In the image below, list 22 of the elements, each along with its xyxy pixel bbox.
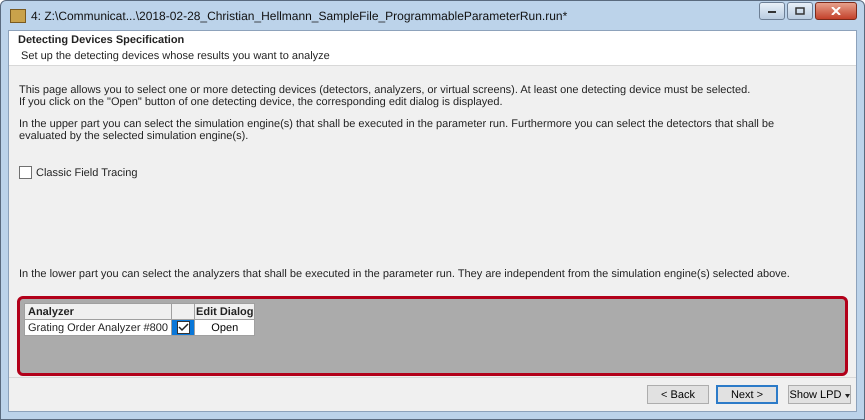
page-title: Detecting Devices Specification [18,34,186,46]
column-header: Edit Dialog [194,304,255,320]
description-text: In the lower part you can select the analyzers that shall be executed in the parameter run. They are independent from the simulation engine(s) selected above. [19,268,791,280]
analyzer-checkbox[interactable] [176,321,190,334]
description-text: In the upper part you can select the simulation engine(s) that shall be executed in the parameter run. Furthermore you can select the detectors that shall be evaluated by the selected simulation engine(s). [19,118,776,142]
description-text: This page allows you to select one or more detecting devices (detectors, analyzers, or virtual screens). At least one detecting device must be selected. [19,84,752,96]
description-text: If you click on the "Open" button of one detecting device, the corresponding edit dialog is displayed. [19,96,504,108]
maximize-button[interactable] [787,2,813,20]
app-icon [10,8,26,22]
engine-checkbox[interactable]: Classic Field Tracing [19,166,847,179]
column-header: Analyzer [24,304,172,320]
show-lpd-button[interactable]: Show LPD [788,385,851,404]
close-icon [831,7,841,15]
caret-icon [844,394,850,398]
back-button[interactable]: < Back [647,385,709,404]
minimize-button[interactable] [759,2,785,20]
close-button[interactable] [815,2,857,20]
table-cell: Grating Order Analyzer #800 [24,320,172,336]
maximize-icon [795,7,805,15]
window-title: 4: Z:\Communicat...\2018-02-28_Christian_Hellmann_SampleFile_ProgrammableParameterRun.run* [31,8,568,22]
next-button[interactable]: Next > [716,385,778,404]
page-subtitle: Set up the detecting devices whose results you want to analyze [20,50,331,62]
